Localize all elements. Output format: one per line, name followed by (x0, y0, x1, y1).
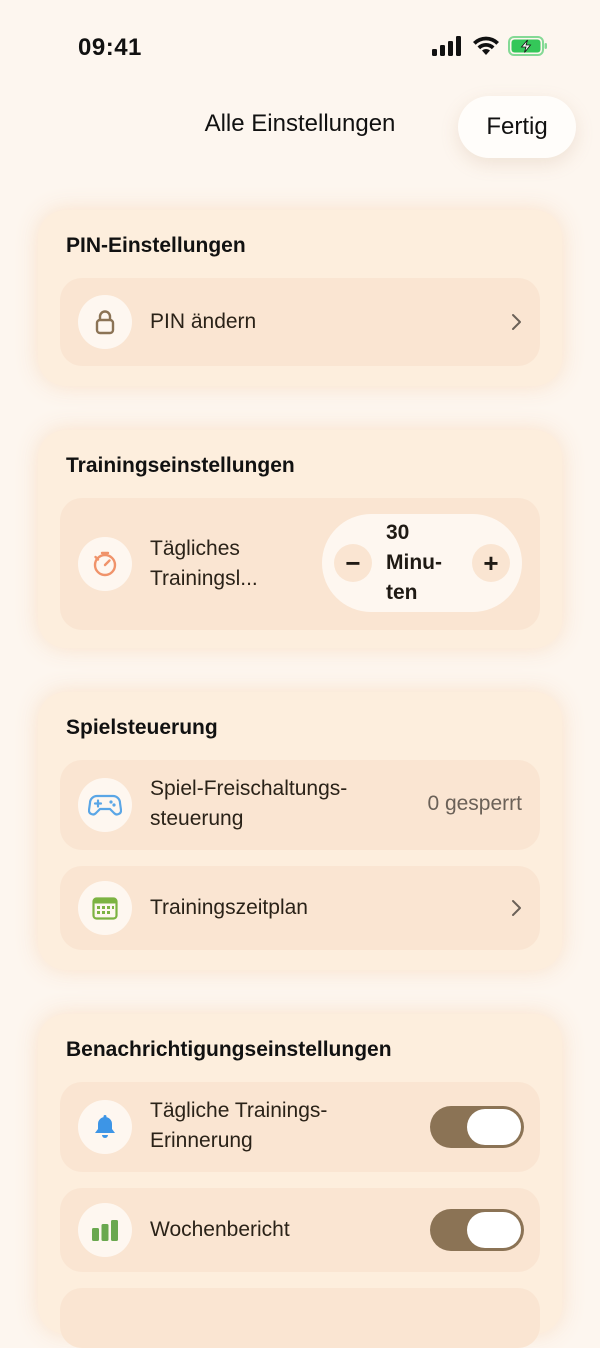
label-line: Tägliches (150, 537, 240, 560)
change-pin-label: PIN ändern (150, 310, 257, 333)
toggle-knob (467, 1212, 521, 1248)
game-control-section: Spielsteuerung Spiel-Freischaltungs- ste… (38, 692, 562, 970)
chevron-right-icon (512, 900, 521, 916)
section-title: PIN-Einstellungen (66, 234, 246, 257)
toggle-knob (467, 1109, 521, 1145)
daily-reminder-row: Tägliche Trainings- Erinnerung (60, 1082, 540, 1172)
done-button[interactable]: Fertig (458, 96, 576, 158)
minutes-stepper: − 30 Minu- ten + (322, 514, 522, 612)
status-bar: 09:41 (0, 0, 600, 96)
navigation-bar: Alle Einstellungen Fertig (0, 96, 600, 166)
status-icons (432, 36, 548, 61)
gamepad-icon (78, 778, 132, 832)
wifi-icon (472, 36, 500, 61)
game-unlock-label: Spiel-Freischaltungs- steuerung (150, 774, 347, 834)
decrement-button[interactable]: − (334, 544, 372, 582)
weekly-report-label: Wochenbericht (150, 1218, 290, 1241)
value-line: ten (386, 581, 418, 604)
label-line: Erinnerung (150, 1129, 253, 1152)
daily-training-limit-row: Tägliches Trainingsl... − 30 Minu- ten + (60, 498, 540, 630)
increment-button[interactable]: + (472, 544, 510, 582)
label-line: steuerung (150, 807, 244, 830)
minutes-value: 30 Minu- ten (386, 518, 458, 608)
section-title: Trainingseinstellungen (66, 454, 295, 477)
value-line: 30 (386, 521, 410, 544)
pin-settings-section: PIN-Einstellungen PIN ändern (38, 210, 562, 386)
training-settings-section: Trainingseinstellungen Tägliches Trainin… (38, 430, 562, 648)
battery-charging-icon (508, 36, 548, 61)
game-unlock-control-row[interactable]: Spiel-Freischaltungs- steuerung 0 gesper… (60, 760, 540, 850)
timer-icon (78, 537, 132, 591)
section-title: Benachrichtigungseinstellungen (66, 1038, 392, 1061)
label-line: Trainingsl... (150, 567, 258, 590)
label-line: Spiel-Freischaltungs- (150, 777, 348, 800)
change-pin-row[interactable]: PIN ändern (60, 278, 540, 366)
bell-icon (78, 1100, 132, 1154)
training-schedule-label: Trainingszeitplan (150, 896, 308, 919)
notification-settings-section: Benachrichtigungseinstellungen Tägliche … (38, 1014, 562, 1348)
chevron-right-icon (512, 314, 521, 330)
label-line: Tägliche Trainings- (150, 1099, 328, 1122)
daily-limit-label: Tägliches Trainingsl... (150, 534, 258, 594)
section-title: Spielsteuerung (66, 716, 218, 739)
cellular-signal-icon (432, 36, 464, 61)
weekly-report-row: Wochenbericht (60, 1188, 540, 1272)
training-schedule-row[interactable]: Trainingszeitplan (60, 866, 540, 950)
value-line: Minu- (386, 551, 442, 574)
calendar-icon (78, 881, 132, 935)
status-time: 09:41 (78, 34, 142, 61)
next-setting-row (60, 1288, 540, 1348)
daily-reminder-label: Tägliche Trainings- Erinnerung (150, 1096, 327, 1156)
locked-count: 0 gesperrt (427, 792, 522, 815)
daily-reminder-toggle[interactable] (430, 1106, 524, 1148)
bar-chart-icon (78, 1203, 132, 1257)
weekly-report-toggle[interactable] (430, 1209, 524, 1251)
lock-icon (78, 295, 132, 349)
